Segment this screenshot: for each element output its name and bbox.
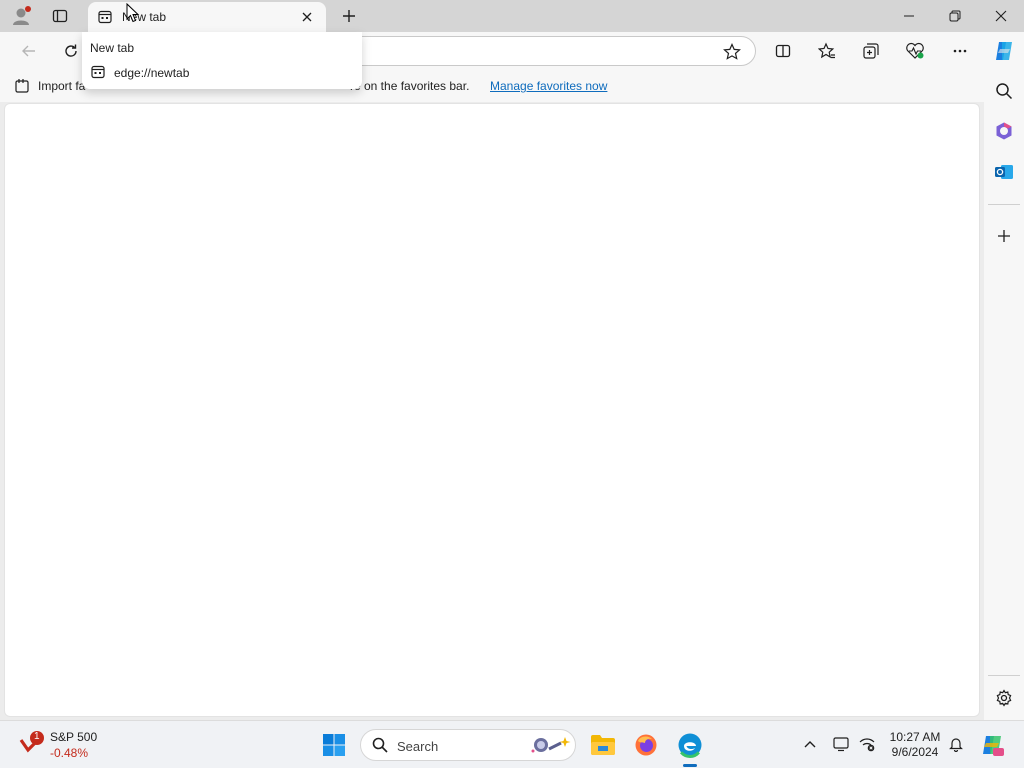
notifications-button[interactable]	[946, 734, 966, 754]
active-app-indicator	[683, 764, 697, 767]
hover-card-title: New tab	[90, 41, 135, 55]
stock-badge: 1	[34, 731, 40, 742]
sidebar-divider	[988, 675, 1020, 676]
manage-favorites-link[interactable]: Manage favorites now	[490, 79, 607, 93]
favorites-import-text: Import fa	[38, 79, 86, 93]
sidebar-search-button[interactable]	[990, 77, 1018, 105]
sidebar-settings-button[interactable]	[990, 684, 1018, 712]
more-button[interactable]	[945, 37, 975, 65]
network-tray-button[interactable]	[857, 734, 877, 754]
page-icon	[98, 10, 112, 24]
refresh-icon	[65, 44, 77, 57]
more-icon	[953, 49, 967, 53]
close-icon	[995, 10, 1007, 22]
close-icon	[302, 12, 312, 22]
copilot-icon	[996, 42, 1012, 60]
page-icon	[91, 65, 105, 79]
show-hidden-icons-button[interactable]	[800, 734, 820, 754]
display-icon	[833, 737, 849, 752]
collections-button[interactable]	[856, 37, 886, 65]
sidebar-divider	[988, 204, 1020, 205]
display-tray-button[interactable]	[831, 734, 851, 754]
taskbar: 1 S&P 500 -0.48% Search 10:27 AM 9/6/202…	[0, 720, 1024, 768]
favorites-button[interactable]	[812, 37, 842, 65]
plus-icon	[343, 10, 355, 22]
restore-icon	[949, 10, 961, 22]
stock-widget[interactable]: 1 S&P 500 -0.48%	[18, 728, 138, 762]
copilot-taskbar-button[interactable]	[978, 731, 1006, 759]
clock-time: 10:27 AM	[889, 730, 941, 744]
back-button[interactable]	[14, 37, 44, 65]
search-label: Search	[397, 739, 439, 754]
title-bar: New tab	[0, 0, 1024, 32]
start-button[interactable]	[322, 733, 346, 757]
mouse-cursor-icon	[126, 3, 140, 23]
tab-hover-card: New tab edge://newtab	[82, 32, 362, 89]
performance-button[interactable]	[900, 37, 930, 65]
back-icon	[22, 45, 35, 57]
search-icon	[372, 737, 388, 753]
favorites-icon	[818, 42, 835, 59]
stock-down-icon	[19, 731, 44, 753]
firefox-button[interactable]	[632, 731, 660, 759]
edge-taskbar-button[interactable]	[676, 731, 704, 759]
edge-icon	[677, 732, 703, 758]
office-icon	[996, 122, 1012, 140]
no-network-icon	[859, 738, 875, 752]
chevron-up-icon	[804, 741, 816, 748]
file-explorer-icon	[591, 735, 615, 755]
search-highlight-icon	[531, 737, 571, 753]
web-content[interactable]	[4, 103, 980, 717]
import-icon	[15, 79, 29, 93]
office-button[interactable]	[990, 117, 1018, 145]
plus-icon	[998, 230, 1010, 242]
firefox-icon	[635, 734, 657, 756]
profile-icon	[13, 6, 31, 25]
settings-icon	[996, 689, 1012, 707]
taskbar-clock[interactable]: 10:27 AM 9/6/2024	[880, 730, 950, 760]
close-window-button[interactable]	[978, 0, 1024, 32]
performance-icon	[906, 42, 924, 59]
hover-card-url: edge://newtab	[114, 66, 190, 80]
split-screen-button[interactable]	[768, 37, 798, 65]
tab-actions-icon	[52, 9, 68, 23]
notification-icon	[949, 738, 963, 752]
edge-sidebar	[984, 32, 1024, 720]
outlook-icon	[995, 165, 1013, 179]
split-screen-icon	[775, 44, 791, 58]
tab-close-button[interactable]	[298, 8, 316, 26]
tab-new-tab[interactable]: New tab	[88, 2, 326, 32]
new-tab-button[interactable]	[336, 4, 362, 28]
tab-title: New tab	[122, 10, 167, 24]
minimize-icon	[904, 15, 914, 17]
favorites-bar-message: re on the favorites bar.	[350, 79, 470, 93]
restore-button[interactable]	[932, 0, 978, 32]
outlook-button[interactable]	[990, 158, 1018, 186]
minimize-button[interactable]	[886, 0, 932, 32]
taskbar-search[interactable]: Search	[360, 729, 576, 761]
tab-actions-button[interactable]	[45, 4, 75, 28]
copilot-button[interactable]	[990, 37, 1018, 65]
stock-name: S&P 500	[50, 730, 98, 744]
search-icon	[996, 83, 1013, 100]
stock-change: -0.48%	[50, 746, 89, 760]
collections-icon	[863, 43, 879, 59]
sidebar-add-button[interactable]	[990, 222, 1018, 250]
profile-button[interactable]	[6, 4, 36, 28]
file-explorer-button[interactable]	[589, 731, 617, 759]
clock-date: 9/6/2024	[891, 745, 939, 759]
windows-start-icon	[323, 734, 345, 756]
copilot-icon	[983, 736, 1004, 756]
star-icon[interactable]	[723, 43, 741, 61]
